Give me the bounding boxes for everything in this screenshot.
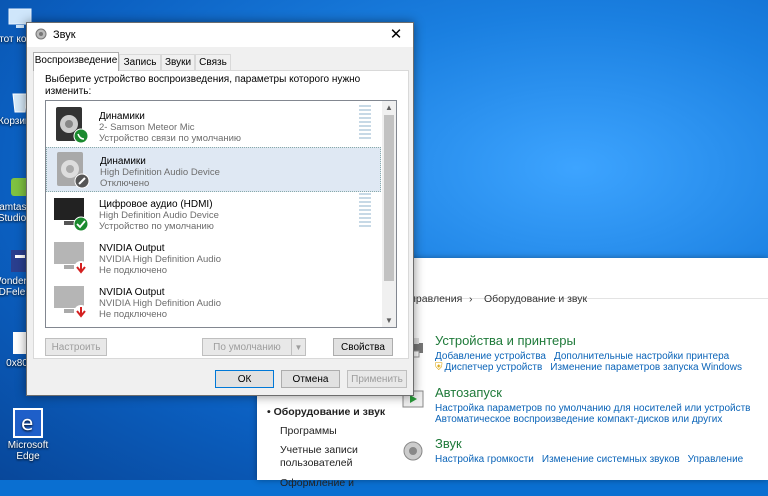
device-item[interactable]: NVIDIA Output NVIDIA High Definition Aud… [46, 235, 381, 278]
nav-appearance[interactable]: Оформление и [267, 477, 387, 489]
monitor-disconnected-icon [52, 238, 90, 276]
speaker-device-icon [52, 106, 90, 144]
tab-playback[interactable]: Воспроизведение [33, 52, 119, 71]
edge-desktop-icon[interactable]: e Microsoft Edge [4, 408, 52, 462]
tab-communications[interactable]: Связь [195, 54, 231, 70]
speaker-disabled-icon [53, 151, 91, 189]
printer-settings-link[interactable]: Дополнительные настройки принтера [554, 351, 729, 362]
scroll-down-icon[interactable]: ▼ [382, 314, 396, 327]
breadcrumb-separator: › [469, 293, 473, 305]
shield-icon: ⛨ [435, 362, 443, 373]
panel-description: Выберите устройство воспроизведения, пар… [45, 74, 361, 97]
device-item[interactable]: Динамики 2- Samson Meteor Mic Устройство… [46, 103, 381, 146]
category-title[interactable]: Звук [435, 436, 768, 451]
device-list[interactable]: Динамики 2- Samson Meteor Mic Устройство… [45, 100, 397, 328]
device-driver: 2- Samson Meteor Mic [99, 122, 195, 133]
control-panel-nav: • Оборудование и звук Программы Учетные … [267, 406, 387, 496]
apply-button[interactable]: Применить [347, 370, 407, 388]
breadcrumb-item-current[interactable]: Оборудование и звук [484, 293, 587, 305]
edge-icon: e [13, 408, 43, 438]
device-startup-link[interactable]: Изменение параметров запуска Windows [550, 362, 742, 373]
category-autoplay: Автозапуск Настройка параметров по умолч… [402, 385, 768, 425]
add-device-link[interactable]: Добавление устройства [435, 351, 546, 362]
nav-user-accounts[interactable]: Учетные записи пользователей [267, 444, 387, 470]
nav-programs[interactable]: Программы [267, 425, 387, 437]
monitor-disconnected-icon [52, 282, 90, 320]
sound-app-icon [35, 28, 47, 40]
tab-sounds[interactable]: Звуки [161, 54, 195, 70]
chevron-down-icon[interactable]: ▼ [291, 339, 305, 355]
properties-button[interactable]: Свойства [333, 338, 393, 356]
category-title[interactable]: Автозапуск [435, 385, 768, 400]
cancel-button[interactable]: Отмена [281, 370, 340, 388]
device-manager-link[interactable]: Диспетчер устройств [445, 362, 543, 373]
device-driver: NVIDIA High Definition Audio [99, 298, 221, 309]
volume-link[interactable]: Настройка громкости [435, 454, 534, 465]
monitor-device-icon [52, 194, 90, 232]
device-name: Динамики [99, 111, 145, 122]
device-item[interactable]: Цифровое аудио (HDMI) High Definition Au… [46, 191, 381, 234]
device-status: Отключено [100, 178, 150, 189]
tab-recording[interactable]: Запись [119, 54, 161, 70]
device-name: NVIDIA Output [99, 287, 165, 298]
device-list-scrollbar[interactable]: ▲ ▼ [382, 101, 396, 327]
set-default-label: По умолчанию [213, 342, 281, 353]
configure-button[interactable]: Настроить [45, 338, 107, 356]
device-driver: NVIDIA High Definition Audio [99, 254, 221, 265]
scrollbar-thumb[interactable] [384, 115, 394, 281]
close-icon: ✕ [389, 26, 403, 43]
device-driver: High Definition Audio Device [99, 210, 219, 221]
device-status: Не подключено [99, 265, 168, 276]
device-status: Устройство связи по умолчанию [99, 133, 242, 144]
category-sound: Звук Настройка громкости Изменение систем… [403, 436, 768, 465]
desktop-icon-label: Microsoft Edge [7, 440, 49, 462]
nav-hardware-sound[interactable]: • Оборудование и звук [267, 406, 387, 418]
device-name: Динамики [100, 156, 146, 167]
device-name: Цифровое аудио (HDMI) [99, 199, 213, 210]
sound-dialog: Звук ✕ Воспроизведение Запись Звуки Связ… [26, 22, 414, 396]
device-name: NVIDIA Output [99, 243, 165, 254]
svg-text:e: e [21, 411, 33, 435]
category-devices: Устройства и принтеры Добавление устройс… [403, 333, 768, 373]
close-button[interactable]: ✕ [385, 24, 407, 46]
playback-panel: Выберите устройство воспроизведения, пар… [33, 70, 409, 359]
system-sounds-link[interactable]: Изменение системных звуков [542, 454, 680, 465]
manage-devices-link[interactable]: Управление [688, 454, 744, 465]
ok-button[interactable]: ОК [215, 370, 274, 388]
set-default-button[interactable]: По умолчанию ▼ [202, 338, 306, 356]
device-item-selected[interactable]: Динамики High Definition Audio Device От… [46, 147, 381, 192]
device-item[interactable]: NVIDIA Output NVIDIA High Definition Aud… [46, 279, 381, 322]
autoplay-cd-link[interactable]: Автоматическое воспроизведение компакт-д… [435, 414, 722, 425]
level-meter [359, 193, 371, 229]
level-meter [359, 105, 371, 141]
autoplay-defaults-link[interactable]: Настройка параметров по умолчанию для но… [435, 403, 750, 414]
device-driver: High Definition Audio Device [100, 167, 220, 178]
dialog-titlebar[interactable]: Звук ✕ [27, 23, 413, 47]
scroll-up-icon[interactable]: ▲ [382, 101, 396, 114]
device-status: Не подключено [99, 309, 168, 320]
speaker-icon [401, 440, 427, 462]
device-status: Устройство по умолчанию [99, 221, 214, 232]
dialog-title: Звук [53, 29, 76, 41]
category-title[interactable]: Устройства и принтеры [435, 333, 768, 348]
